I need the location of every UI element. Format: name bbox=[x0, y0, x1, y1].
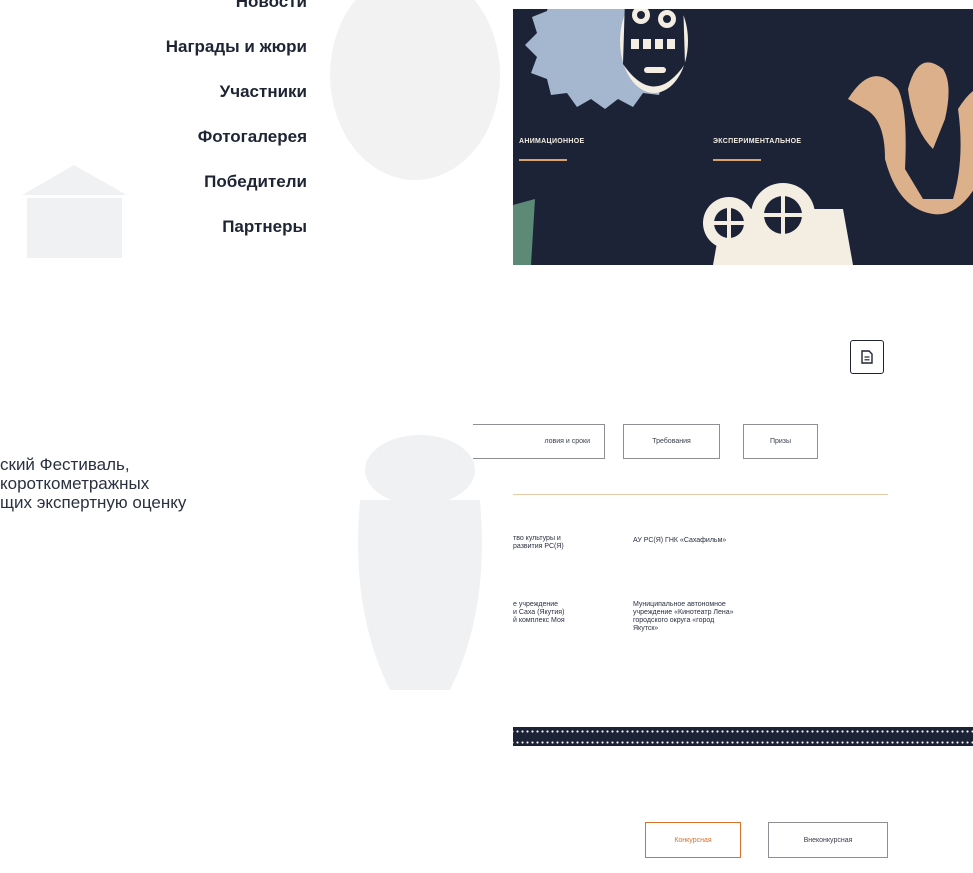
document-download-button[interactable] bbox=[850, 340, 884, 374]
category-animation-label[interactable]: АНИМАЦИОННОЕ bbox=[519, 138, 584, 145]
menu-item-winners[interactable]: Победители bbox=[204, 172, 307, 192]
film-strip-divider bbox=[513, 727, 973, 746]
category-experimental-label[interactable]: ЭКСПЕРИМЕНТАЛЬНОЕ bbox=[713, 138, 801, 145]
organizer-cinema-lena: Муниципальное автономное учреждение «Кин… bbox=[633, 601, 734, 632]
tab-prizes[interactable]: Призы bbox=[743, 424, 818, 459]
description-line: щих экспертную оценку bbox=[0, 493, 187, 512]
category-animation-underline bbox=[519, 159, 567, 161]
section-divider bbox=[513, 494, 888, 495]
background-house-decoration bbox=[22, 165, 127, 258]
organizer-institution: е учреждение и Саха (Якутия) й комплекс … bbox=[513, 601, 565, 624]
organizer-sakhafilm: АУ РС(Я) ГНК «Сахафильм» bbox=[633, 537, 727, 544]
menu-item-news[interactable]: Новости bbox=[236, 0, 307, 12]
description-line: ский Фестиваль, bbox=[0, 455, 130, 474]
background-pot-decoration bbox=[358, 435, 482, 690]
category-banner: АНИМАЦИОННОЕ ЭКСПЕРИМЕНТАЛЬНОЕ bbox=[513, 9, 973, 265]
competitive-program-button[interactable]: Конкурсная bbox=[645, 822, 741, 858]
content-panel: АНИМАЦИОННОЕ ЭКСПЕРИМЕНТАЛЬНОЕ ловия и с… bbox=[473, 0, 973, 873]
menu-item-awards-jury[interactable]: Награды и жюри bbox=[166, 37, 307, 57]
document-icon bbox=[861, 350, 873, 364]
tab-conditions-deadlines[interactable]: ловия и сроки bbox=[473, 424, 605, 459]
description-line: короткометражных bbox=[0, 474, 150, 493]
festival-description: ский Фестиваль, короткометражных щих экс… bbox=[0, 455, 330, 512]
noncompetitive-program-button[interactable]: Внеконкурсная bbox=[768, 822, 888, 858]
category-experimental-underline bbox=[713, 159, 761, 161]
tab-requirements[interactable]: Требования bbox=[623, 424, 720, 459]
banner-illustration bbox=[513, 9, 973, 265]
menu-item-participants[interactable]: Участники bbox=[220, 82, 307, 102]
menu-item-partners[interactable]: Партнеры bbox=[222, 217, 307, 237]
background-mask-decoration bbox=[330, 0, 500, 180]
menu-item-photo-gallery[interactable]: Фотогалерея bbox=[198, 127, 307, 147]
organizer-ministry: тво культуры и развития РС(Я) bbox=[513, 535, 564, 550]
